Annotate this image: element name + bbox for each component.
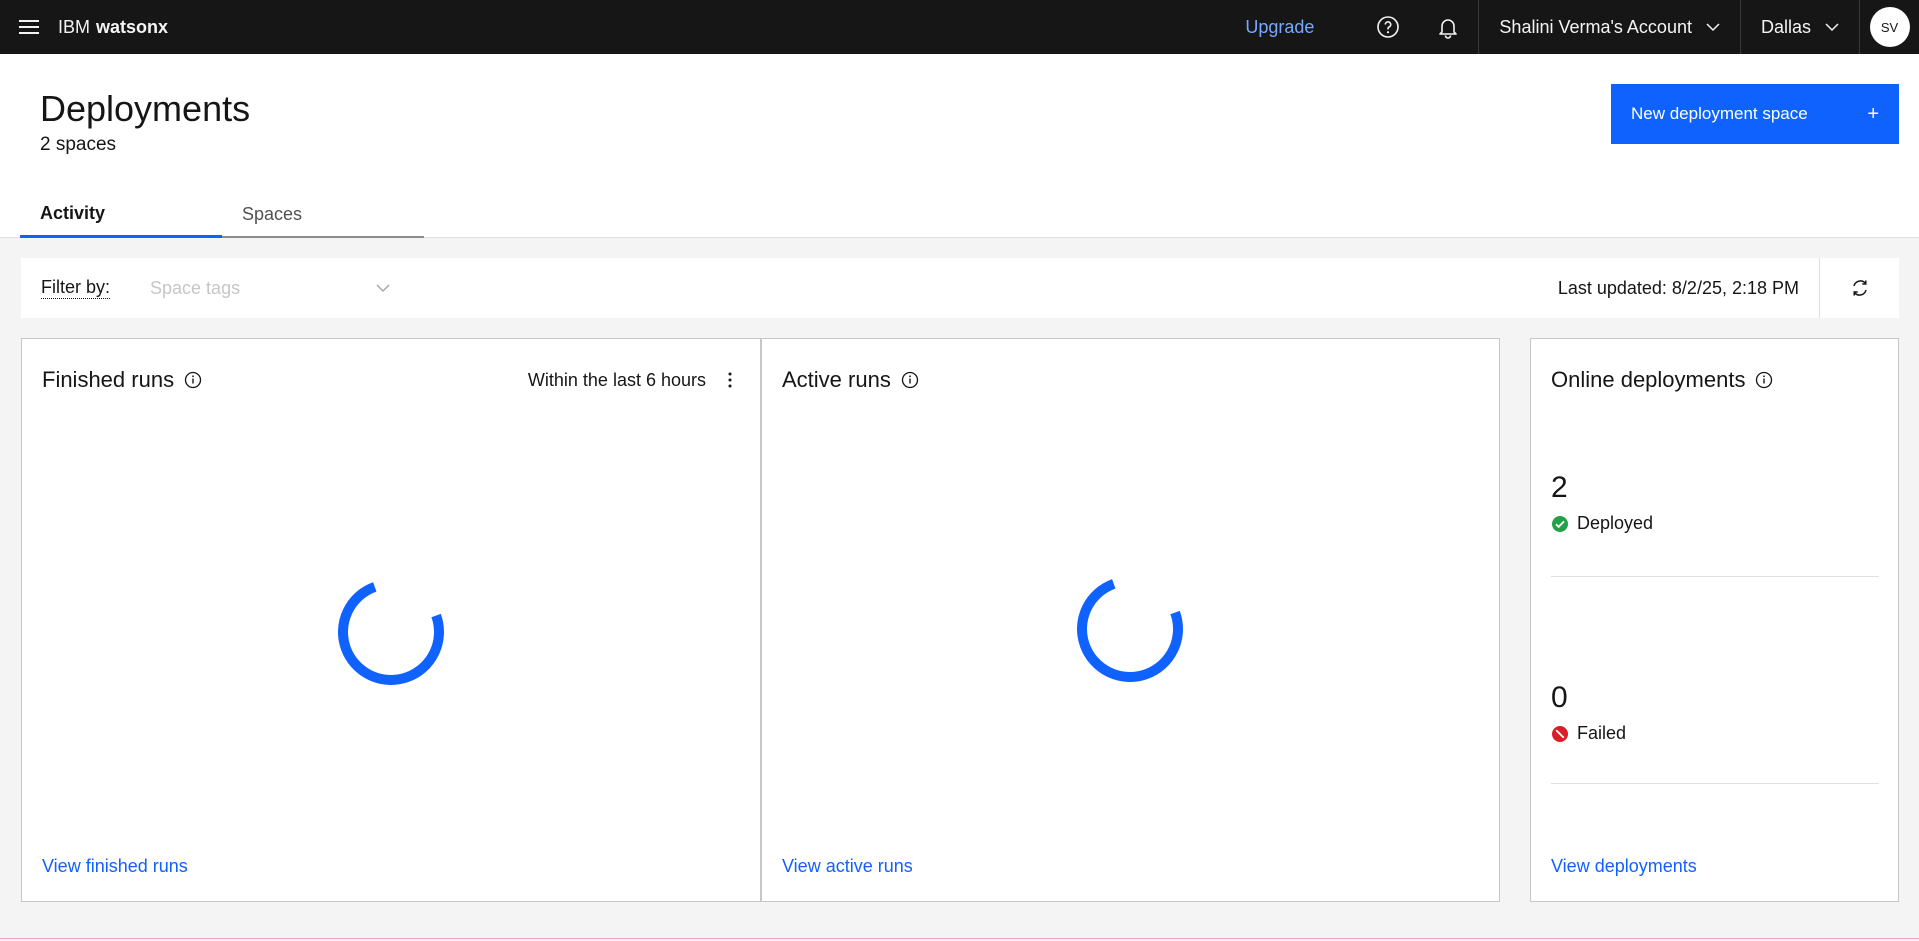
account-switcher[interactable]: Shalini Verma's Account xyxy=(1478,0,1740,54)
failed-stat: 0 Failed xyxy=(1551,681,1879,744)
hamburger-menu-button[interactable] xyxy=(0,0,58,54)
view-active-runs-link[interactable]: View active runs xyxy=(782,856,913,877)
refresh-icon xyxy=(1852,280,1867,296)
online-deployments-title: Online deployments xyxy=(1551,367,1746,392)
active-runs-title: Active runs xyxy=(782,367,891,392)
info-icon[interactable] xyxy=(184,371,202,389)
error-filled-icon xyxy=(1552,725,1568,742)
filter-bar: Filter by: Space tags Last updated: 8/2/… xyxy=(21,258,1899,318)
brand-prefix: IBM xyxy=(58,16,91,37)
chevron-down-icon xyxy=(376,284,390,293)
notifications-button[interactable] xyxy=(1418,0,1478,54)
product-brand[interactable]: IBM watsonx xyxy=(58,17,168,38)
failed-label: Failed xyxy=(1577,723,1627,743)
active-runs-card: Active runs View active runs xyxy=(761,338,1500,902)
help-icon xyxy=(1377,16,1400,38)
region-label: Dallas xyxy=(1760,16,1811,37)
brand-name: watsonx xyxy=(96,16,169,37)
space-tags-placeholder: Space tags xyxy=(150,277,241,298)
finished-runs-card: Finished runs Within the last 6 hours Vi… xyxy=(21,338,761,902)
loading-spinner-icon xyxy=(338,579,444,685)
page-header: Deployments 2 spaces New deployment spac… xyxy=(0,54,1919,238)
help-button[interactable] xyxy=(1358,0,1418,54)
tab-spaces[interactable]: Spaces xyxy=(222,192,424,238)
hamburger-icon xyxy=(19,20,39,34)
last-updated-timestamp: Last updated: 8/2/25, 2:18 PM xyxy=(1557,277,1799,298)
filter-by-label: Filter by: xyxy=(41,277,111,299)
finished-runs-title-row: Finished runs xyxy=(42,367,202,393)
deployed-stat: 2 Deployed xyxy=(1551,471,1879,534)
time-range-selector: Within the last 6 hours xyxy=(528,369,740,391)
active-runs-title-row: Active runs xyxy=(782,367,919,393)
overflow-menu-icon xyxy=(728,372,732,388)
failed-count: 0 xyxy=(1551,681,1568,714)
account-label: Shalini Verma's Account xyxy=(1499,16,1692,37)
top-navigation-bar: IBM watsonx Upgrade Shalini Verma's Accou… xyxy=(0,0,1919,54)
page-bottom-divider xyxy=(0,938,1919,939)
deployed-label: Deployed xyxy=(1577,513,1654,533)
tab-list: Activity Spaces xyxy=(20,192,424,238)
divider xyxy=(1551,783,1879,784)
notification-icon xyxy=(1439,19,1458,39)
finished-runs-title: Finished runs xyxy=(42,367,175,392)
time-range-label: Within the last 6 hours xyxy=(527,369,706,390)
new-deployment-space-button[interactable]: New deployment space + xyxy=(1611,84,1899,144)
info-icon[interactable] xyxy=(901,371,919,389)
failed-status: Failed xyxy=(1551,723,1879,744)
refresh-button[interactable] xyxy=(1819,258,1899,318)
tab-activity[interactable]: Activity xyxy=(20,192,222,238)
online-deployments-title-row: Online deployments xyxy=(1551,367,1773,393)
page-title: Deployments xyxy=(40,88,251,129)
deployed-count: 2 xyxy=(1551,471,1568,504)
view-deployments-link[interactable]: View deployments xyxy=(1551,856,1697,877)
space-tags-dropdown[interactable]: Space tags xyxy=(150,278,390,299)
chevron-down-icon xyxy=(1706,23,1720,32)
checkmark-filled-icon xyxy=(1552,515,1568,532)
add-icon: + xyxy=(1867,102,1879,125)
user-profile-button[interactable]: SV xyxy=(1859,0,1919,54)
online-deployments-card: Online deployments 2 Deployed 0 Failed V… xyxy=(1530,338,1899,902)
deployed-status: Deployed xyxy=(1551,513,1879,534)
overflow-menu-button[interactable] xyxy=(720,369,740,391)
divider xyxy=(1551,576,1879,577)
spaces-count: 2 spaces xyxy=(40,134,117,155)
view-finished-runs-link[interactable]: View finished runs xyxy=(42,856,188,877)
upgrade-link[interactable]: Upgrade xyxy=(1245,17,1358,38)
loading-spinner-icon xyxy=(1077,576,1183,682)
new-deployment-space-label: New deployment space xyxy=(1631,104,1808,123)
region-switcher[interactable]: Dallas xyxy=(1739,0,1859,54)
chevron-down-icon xyxy=(1825,23,1839,32)
info-icon[interactable] xyxy=(1755,371,1773,389)
avatar: SV xyxy=(1869,7,1910,47)
